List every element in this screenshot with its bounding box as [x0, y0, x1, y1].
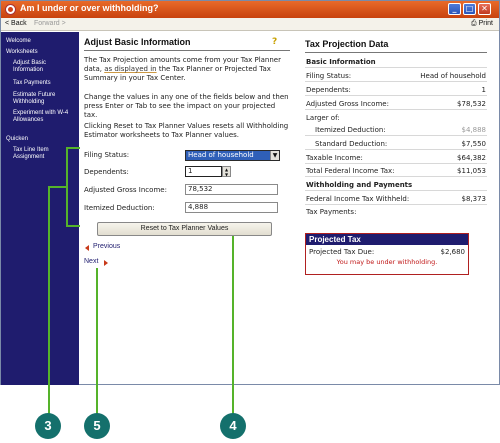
projection-row: Filing Status: Head of household [305, 72, 487, 82]
intro-highlight: as displayed in [104, 65, 157, 73]
projection-withholding-section: Withholding and Payments [305, 181, 487, 191]
projection-basic-info: Basic Information [305, 58, 487, 68]
callout-3-bracket [66, 147, 68, 227]
printer-icon: ⎙ [471, 20, 477, 27]
stepper-down-icon[interactable]: ▼ [225, 172, 228, 177]
row-value: Head of household [420, 72, 486, 80]
callout-5-line [96, 268, 98, 414]
callout-5-badge: 5 [84, 413, 110, 439]
toolbar: < Back Forward > ⎙ Print [1, 18, 499, 31]
projection-divider [305, 52, 487, 53]
help-icon[interactable]: ? [272, 37, 277, 47]
callout-4-line [232, 236, 234, 414]
agi-input[interactable]: 78,532 [185, 184, 278, 195]
row-label: Total Federal Income Tax: [306, 167, 395, 175]
dependents-label: Dependents: [84, 168, 129, 176]
row-label: Dependents: [306, 86, 351, 94]
app-logo-icon [5, 4, 16, 15]
projection-row: Adjusted Gross Income: $78,532 [305, 100, 487, 110]
projection-row: Dependents: 1 [305, 86, 487, 96]
forward-button[interactable]: Forward > [34, 20, 66, 27]
heading-divider [84, 50, 290, 51]
sidebar-item-tax-payments[interactable]: Tax Payments [13, 80, 75, 87]
projection-row: Federal Income Tax Withheld: $8,373 [305, 195, 487, 205]
section-title: Withholding and Payments [306, 181, 413, 189]
sidebar-item-worksheets[interactable]: Worksheets [6, 49, 38, 56]
under-withholding-warning: You may be under withholding. [336, 258, 438, 266]
itemized-deduction-label: Itemized Deduction: [84, 204, 155, 212]
row-label: Filing Status: [306, 72, 352, 80]
row-label: Standard Deduction: [315, 140, 388, 148]
sidebar-item-experiment-w4[interactable]: Experiment with W-4 Allowances [13, 110, 75, 124]
callout-4-badge: 4 [220, 413, 246, 439]
row-value: $8,373 [461, 195, 487, 203]
projection-row: Standard Deduction: $7,550 [305, 140, 487, 150]
callout-3-line [48, 186, 50, 414]
arrow-left-icon [85, 245, 89, 251]
itemized-deduction-input[interactable]: 4,888 [185, 202, 278, 213]
reset-to-tax-planner-button[interactable]: Reset to Tax Planner Values [97, 222, 272, 236]
projection-row: Larger of: [305, 114, 487, 124]
projected-tax-box: Projected Tax Projected Tax Due: $2,680 … [305, 233, 469, 275]
sidebar-item-welcome[interactable]: Welcome [6, 38, 31, 45]
projection-row: Taxable Income: $64,382 [305, 154, 487, 164]
callout-3-connector [48, 186, 66, 188]
sidebar-item-adjust-basic-information[interactable]: Adjust Basic Information [13, 60, 75, 74]
row-value: $4,888 [461, 126, 487, 134]
previous-link[interactable]: Previous [93, 243, 120, 250]
reset-info-paragraph: Clicking Reset to Tax Planner Values res… [84, 122, 289, 139]
projection-row: Total Federal Income Tax: $11,053 [305, 167, 487, 177]
row-value: $64,382 [457, 154, 486, 162]
projection-row: Itemized Deduction: $4,888 [305, 126, 487, 136]
row-value: $7,550 [461, 140, 487, 148]
next-link[interactable]: Next [84, 258, 98, 265]
sidebar-item-quicken[interactable]: Quicken [6, 136, 28, 143]
row-value: $11,053 [457, 167, 486, 175]
row-label: Tax Payments: [306, 208, 357, 216]
print-button[interactable]: ⎙ Print [471, 20, 493, 28]
callout-3-badge: 3 [35, 413, 61, 439]
row-label: Adjusted Gross Income: [306, 100, 389, 108]
dependents-input[interactable]: 1 [185, 166, 222, 177]
projected-tax-due-label: Projected Tax Due: [309, 248, 375, 256]
row-value: $78,532 [457, 100, 486, 108]
projected-tax-heading: Projected Tax [306, 234, 468, 245]
intro-paragraph: The Tax Projection amounts come from you… [84, 56, 289, 83]
agi-label: Adjusted Gross Income: [84, 186, 167, 194]
row-value: 1 [481, 86, 486, 94]
projection-title: Tax Projection Data [305, 39, 389, 49]
row-label: Itemized Deduction: [315, 126, 386, 134]
back-button[interactable]: < Back [5, 20, 27, 27]
dependents-stepper[interactable]: ▲ ▼ [222, 166, 231, 177]
filing-status-value: Head of household [188, 151, 254, 159]
maximize-button[interactable]: □ [463, 3, 476, 15]
sidebar-item-estimate-future-withholding[interactable]: Estimate Future Withholding [13, 92, 75, 106]
change-values-paragraph: Change the values in any one of the fiel… [84, 93, 289, 119]
filing-status-select[interactable]: Head of household ▼ [185, 150, 280, 161]
section-title: Basic Information [306, 58, 376, 66]
callout-3-bracket-top [66, 147, 80, 149]
projected-tax-due-value: $2,680 [440, 248, 466, 256]
row-label: Federal Income Tax Withheld: [306, 195, 410, 203]
filing-status-label: Filing Status: [84, 151, 130, 159]
close-button[interactable]: ✕ [478, 3, 491, 15]
window-title: Am I under or over withholding? [20, 3, 159, 13]
row-label: Larger of: [306, 114, 340, 122]
projection-row: Tax Payments: [305, 208, 487, 218]
print-label: Print [478, 20, 493, 27]
callout-3-bracket-bottom [66, 225, 80, 227]
chevron-down-icon[interactable]: ▼ [270, 151, 279, 160]
page-title: Adjust Basic Information [84, 37, 191, 47]
row-label: Taxable Income: [306, 154, 363, 162]
arrow-right-icon [104, 260, 108, 266]
title-bar: Am I under or over withholding? _ □ ✕ [1, 1, 499, 18]
minimize-button[interactable]: _ [448, 3, 461, 15]
